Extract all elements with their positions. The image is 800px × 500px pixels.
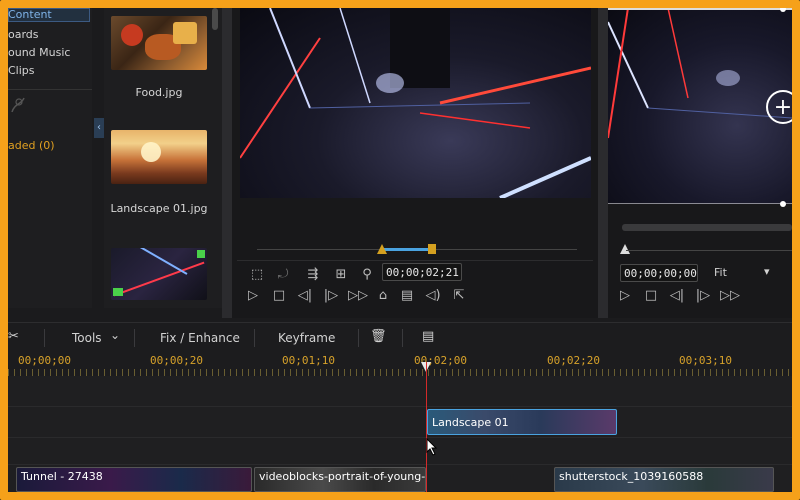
scrubber-track-right[interactable] <box>626 250 792 251</box>
mouse-cursor-icon <box>426 438 438 456</box>
timecode-left[interactable]: 00;00;02;21 <box>382 263 462 281</box>
stop-icon[interactable]: □ <box>642 288 660 304</box>
fast-forward-icon[interactable]: ▷▷ <box>720 288 740 304</box>
rotate-icon[interactable]: ⤾ <box>274 267 292 283</box>
toolbar-separator <box>402 329 403 347</box>
timeline-track-video[interactable]: Tunnel - 27438 videoblocks-portrait-of-y… <box>8 465 792 493</box>
clip-label: shutterstock_1039160588 <box>559 470 704 483</box>
uploaded-count[interactable]: aded (0) <box>8 139 55 152</box>
play-icon[interactable]: ▷ <box>244 288 262 304</box>
subtitle-icon[interactable]: ▤ <box>398 288 416 304</box>
ruler-label: 00;00;20 <box>150 354 203 367</box>
fit-dropdown-label[interactable]: Fit <box>714 266 727 279</box>
next-frame-icon[interactable]: |▷ <box>694 288 712 304</box>
timeline-toolbar: ✂ Tools ⌄ Fix / Enhance Keyframe 🗑 ▤ <box>8 322 792 353</box>
timeline-track-empty[interactable] <box>8 376 792 407</box>
playhead-line[interactable] <box>426 362 427 492</box>
playhead-handle[interactable] <box>620 244 630 254</box>
preview-player-right: + 00;00;00;00 Fit ▾ ▷ □ ◁| |▷ ▷▷ <box>608 6 800 318</box>
toolbar-separator <box>134 329 135 347</box>
timeline-track-overlay[interactable]: Landscape 01 <box>8 407 792 438</box>
category-content[interactable]: Content <box>8 8 52 21</box>
ruler-label: 00;02;00 <box>414 354 467 367</box>
toolbar-separator <box>44 329 45 347</box>
media-thumb-food[interactable] <box>111 16 207 70</box>
checkmark-icon <box>197 250 205 258</box>
play-icon[interactable]: ▷ <box>616 288 634 304</box>
category-background-music[interactable]: ound Music <box>8 46 70 59</box>
library-category-panel: Content oards ound Music Clips aded (0) <box>8 8 92 308</box>
mark-out-handle[interactable] <box>428 244 436 254</box>
scrubber-range <box>382 248 430 251</box>
stop-icon[interactable]: □ <box>270 288 288 304</box>
trash-icon[interactable]: 🗑 <box>370 329 387 344</box>
progress-track[interactable] <box>622 224 792 231</box>
ruler-label: 00;03;10 <box>679 354 732 367</box>
media-label-landscape: Landscape 01.jpg <box>110 202 208 215</box>
clip-label: Tunnel - 27438 <box>21 470 103 483</box>
collapse-panel-button[interactable]: ‹ <box>94 118 104 138</box>
timeline-clip-landscape[interactable]: Landscape 01 <box>427 409 617 435</box>
media-grid: Food.jpg Landscape 01.jpg <box>104 8 222 308</box>
resize-handle-top[interactable] <box>780 6 786 12</box>
preview-video-left[interactable] <box>240 8 591 198</box>
category-clips[interactable]: Clips <box>8 64 35 77</box>
media-thumb-landscape[interactable] <box>111 130 207 184</box>
media-thumb-tunnel[interactable] <box>111 248 207 300</box>
category-boards[interactable]: oards <box>8 28 39 41</box>
category-divider <box>8 89 92 90</box>
ruler-label: 00;02;20 <box>547 354 600 367</box>
fast-forward-icon[interactable]: ▷▷ <box>348 288 368 304</box>
timeline-clip-shutterstock[interactable]: shutterstock_1039160588 <box>554 467 774 492</box>
keyframe-button[interactable]: Keyframe <box>278 331 335 345</box>
timeline-track-empty[interactable] <box>8 438 792 465</box>
fix-enhance-button[interactable]: Fix / Enhance <box>160 331 240 345</box>
tools-menu[interactable]: Tools <box>72 331 102 345</box>
player-divider <box>237 260 593 261</box>
move-crosshair-icon[interactable]: + <box>766 90 800 124</box>
chevron-down-icon[interactable]: ⌄ <box>110 328 120 342</box>
next-frame-icon[interactable]: |▷ <box>322 288 340 304</box>
scissors-icon[interactable]: ✂ <box>8 329 19 344</box>
clip-label: videoblocks-portrait-of-young-b <box>259 470 426 483</box>
resize-handle-bottom[interactable] <box>780 201 786 207</box>
chevron-down-icon[interactable]: ▾ <box>764 265 770 278</box>
preview-player-left: ⬚ ⤾ ⇶ ⊞ ⚲ 00;00;02;21 ▷ □ ◁| |▷ ▷▷ ⌂ ▤ ◁… <box>232 8 598 318</box>
crop-icon[interactable]: ⬚ <box>248 267 266 283</box>
ruler-label: 00;00;00 <box>18 354 71 367</box>
prev-frame-icon[interactable]: ◁| <box>668 288 686 304</box>
export-icon[interactable]: ⇱ <box>450 288 468 304</box>
preview-video-right[interactable] <box>608 8 792 204</box>
panel-divider <box>222 8 232 318</box>
overwrite-icon[interactable]: ⊞ <box>332 267 350 283</box>
marker-icon[interactable]: ⚲ <box>358 267 376 283</box>
media-grid-scrollbar[interactable] <box>212 8 218 30</box>
user-icon <box>11 97 25 113</box>
media-label-food: Food.jpg <box>135 86 183 99</box>
timeline-clip-videoblocks[interactable]: videoblocks-portrait-of-young-b <box>254 467 426 492</box>
snapshot-icon[interactable]: ⌂ <box>374 288 392 304</box>
canvas-top-edge <box>608 8 792 10</box>
ruler-label: 00;01;10 <box>282 354 335 367</box>
ruler-ticks <box>8 369 792 376</box>
timeline-clip-tunnel[interactable]: Tunnel - 27438 <box>16 467 252 492</box>
player-gap <box>598 8 608 318</box>
volume-icon[interactable]: ◁) <box>424 288 442 304</box>
timecode-right[interactable]: 00;00;00;00 <box>620 264 698 282</box>
video-badge-icon <box>113 288 123 296</box>
insert-icon[interactable]: ⇶ <box>304 267 322 283</box>
timeline-ruler[interactable]: 00;00;00 00;00;20 00;01;10 00;02;00 00;0… <box>8 352 792 376</box>
toolbar-separator <box>358 329 359 347</box>
prev-frame-icon[interactable]: ◁| <box>296 288 314 304</box>
attach-icon[interactable]: ▤ <box>422 329 434 344</box>
toolbar-separator <box>254 329 255 347</box>
clip-label: Landscape 01 <box>432 416 509 429</box>
